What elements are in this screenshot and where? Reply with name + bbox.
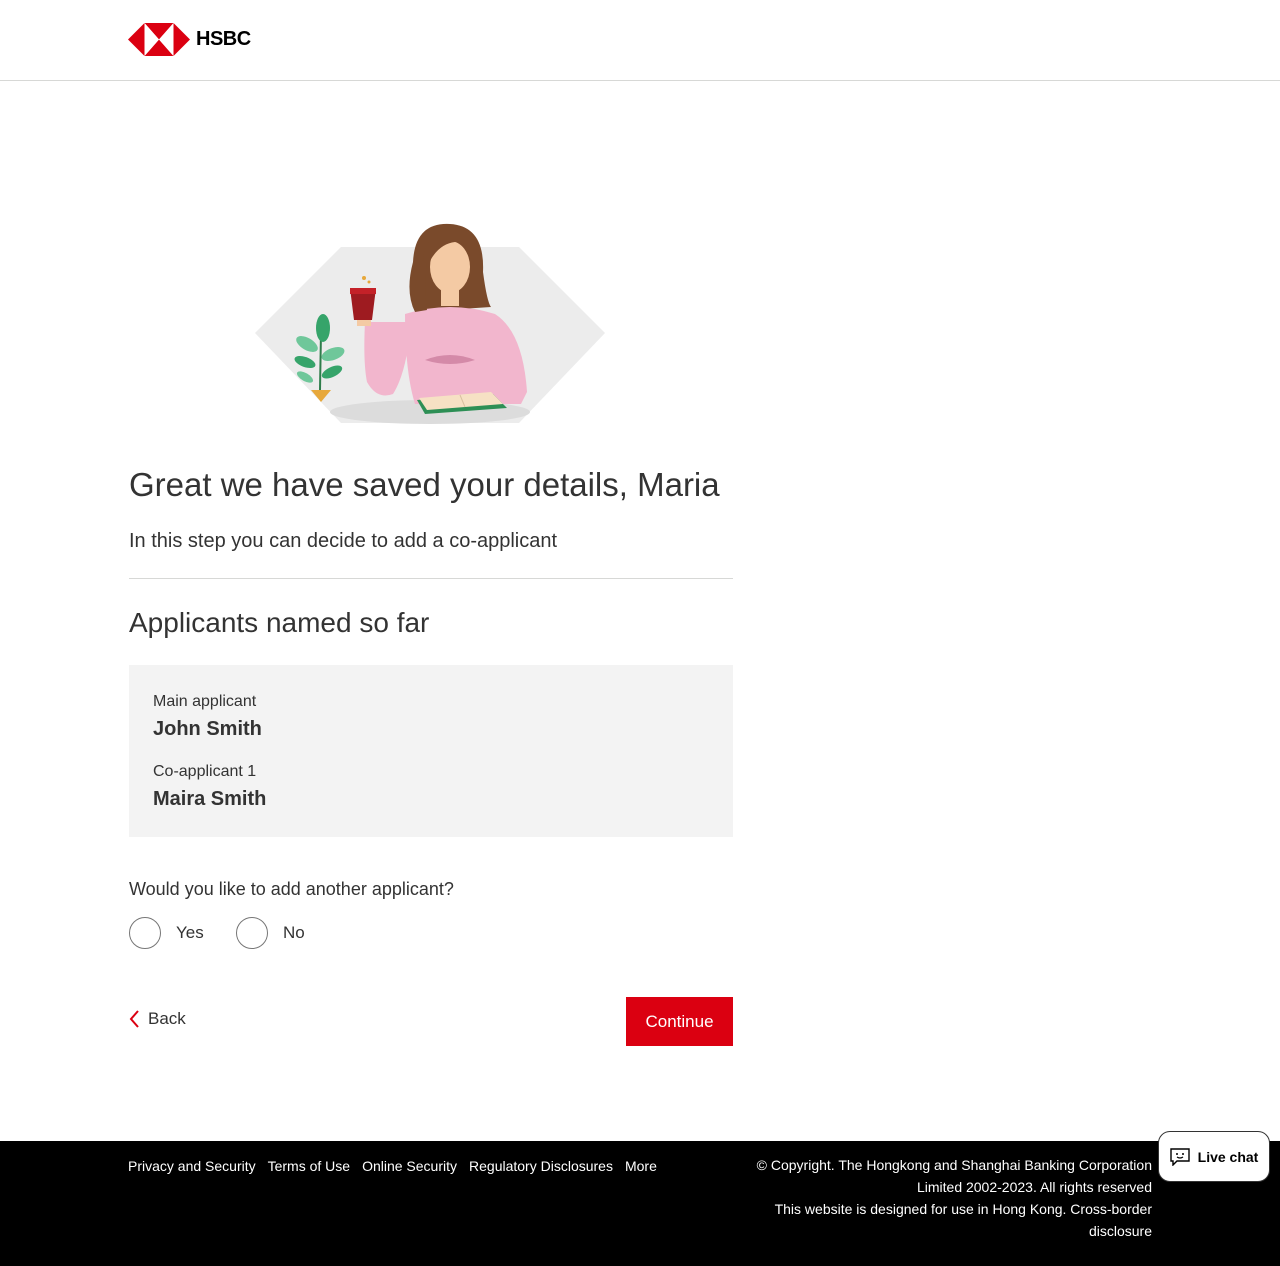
chevron-left-icon <box>129 1010 139 1028</box>
radio-yes-label[interactable]: Yes <box>176 923 204 943</box>
live-chat-label[interactable]: Live chat <box>1198 1149 1259 1165</box>
section-title: Applicants named so far <box>129 607 430 638</box>
section-divider <box>129 578 733 579</box>
cross-border-disclosure-text[interactable]: This website is designed for use in Hong… <box>722 1198 1152 1242</box>
radio-yes-circle[interactable] <box>129 917 161 949</box>
footer-link-privacy[interactable]: Privacy and Security <box>128 1158 256 1174</box>
site-header: HSBC <box>0 0 1280 81</box>
woman-with-coffee-illustration <box>255 223 605 424</box>
page-title: Great we have saved your details, Maria <box>129 466 720 503</box>
footer-links: Privacy and Security Terms of Use Online… <box>128 1158 669 1174</box>
footer-copyright: © Copyright. The Hongkong and Shanghai B… <box>722 1154 1152 1242</box>
add-applicant-question: Would you like to add another applicant? <box>129 879 454 899</box>
page-subtitle: In this step you can decide to add a co-… <box>129 530 558 552</box>
live-chat-button[interactable]: Live chat <box>1158 1131 1270 1182</box>
radio-no-label[interactable]: No <box>283 923 305 943</box>
co-applicant-name: Maira Smith <box>153 788 267 810</box>
main-applicant-label: Main applicant <box>153 693 257 710</box>
brand-name: HSBC <box>196 28 251 50</box>
applicants-panel: Main applicant John Smith Co-applicant 1… <box>129 665 733 837</box>
hsbc-hexagon-icon <box>128 23 190 56</box>
footer-link-terms[interactable]: Terms of Use <box>268 1158 350 1174</box>
continue-button[interactable]: Continue <box>626 997 733 1046</box>
radio-yes[interactable]: Yes <box>129 917 204 949</box>
copyright-text: © Copyright. The Hongkong and Shanghai B… <box>756 1157 1152 1195</box>
back-link[interactable]: Back <box>129 1009 186 1029</box>
footer-link-more[interactable]: More <box>625 1158 657 1174</box>
radio-no[interactable]: No <box>236 917 305 949</box>
footer-link-regulatory[interactable]: Regulatory Disclosures <box>469 1158 613 1174</box>
hsbc-logo[interactable]: HSBC <box>128 23 251 56</box>
back-label[interactable]: Back <box>148 1009 186 1029</box>
site-footer: Privacy and Security Terms of Use Online… <box>0 1141 1280 1266</box>
main-applicant-name: John Smith <box>153 718 262 740</box>
chat-icon <box>1169 1147 1190 1166</box>
footer-link-online-security[interactable]: Online Security <box>362 1158 457 1174</box>
co-applicant-label: Co-applicant 1 <box>153 763 257 780</box>
radio-no-circle[interactable] <box>236 917 268 949</box>
